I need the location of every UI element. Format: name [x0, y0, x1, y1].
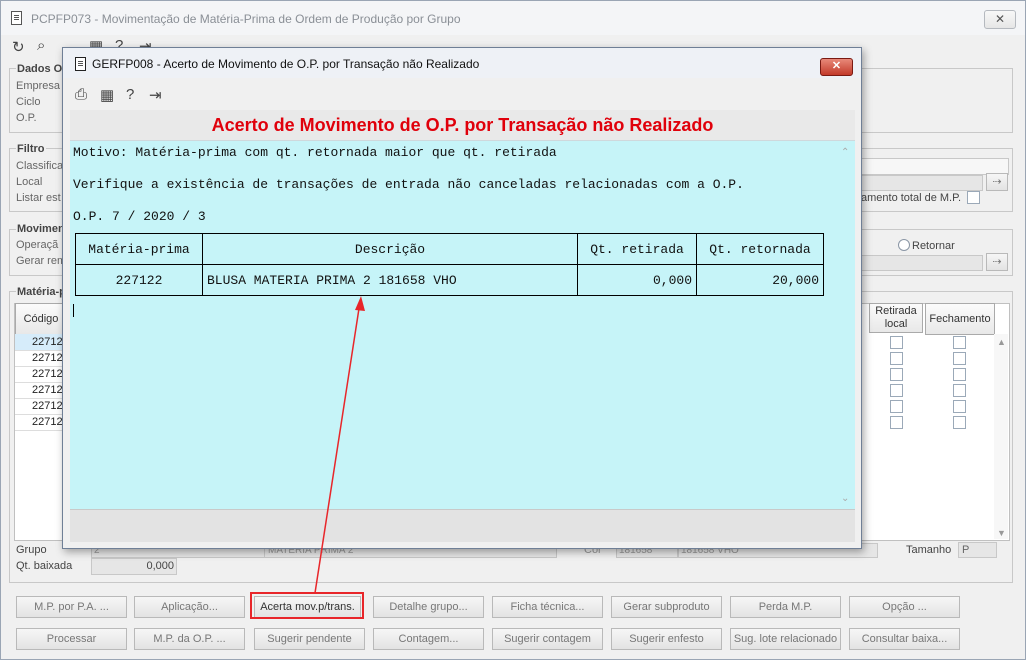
annotation-arrow — [314, 296, 365, 594]
